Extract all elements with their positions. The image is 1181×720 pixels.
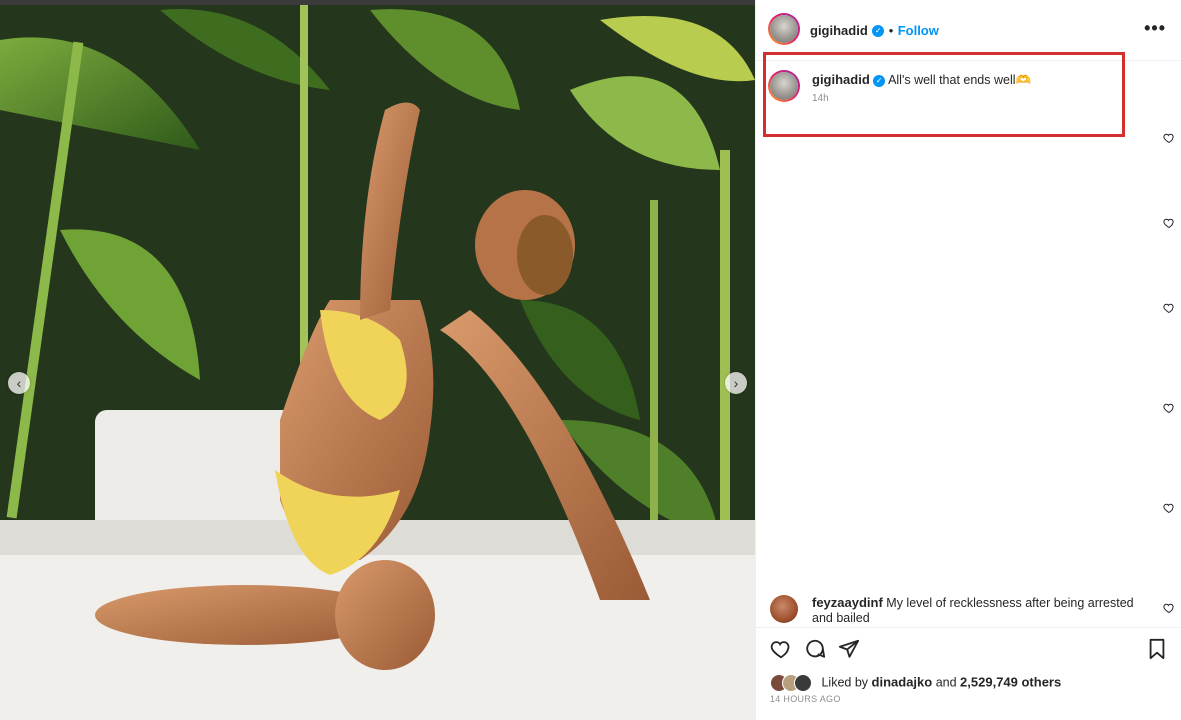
post-photo[interactable]: ‹ › (0, 0, 755, 720)
heart-icon[interactable] (1163, 132, 1175, 144)
likes-connector: and (935, 675, 957, 690)
separator-dot: • (888, 23, 894, 38)
more-options-icon[interactable]: ••• (1144, 18, 1166, 39)
header-username[interactable]: gigihadid (810, 23, 868, 38)
heart-icon[interactable] (1163, 502, 1175, 514)
heart-icon[interactable] (1163, 602, 1175, 614)
comment-icon[interactable] (804, 638, 826, 660)
comment-username[interactable]: feyzaaydinf (812, 595, 883, 610)
post-photo-image (0, 0, 755, 720)
likes-summary: Liked by dinadajko and 2,529,749 others (770, 674, 1061, 692)
verified-badge-icon: ✓ (872, 24, 885, 37)
follow-button[interactable]: Follow (898, 23, 939, 38)
likes-count[interactable]: 2,529,749 others (960, 674, 1061, 689)
bookmark-icon[interactable] (1146, 638, 1168, 660)
post-side-panel: gigihadid ✓ • Follow ••• gigihadid ✓ All… (755, 0, 1181, 720)
chevron-right-icon[interactable]: › (725, 372, 747, 394)
photo-top-bar (0, 0, 755, 5)
chevron-left-icon[interactable]: ‹ (8, 372, 30, 394)
heart-icon[interactable] (770, 638, 792, 660)
caption-highlight-box (763, 52, 1125, 137)
action-bar (756, 627, 1181, 668)
heart-icon[interactable] (1163, 217, 1175, 229)
heart-icon[interactable] (1163, 302, 1175, 314)
likes-prefix: Liked by (821, 675, 869, 690)
liker-avatar[interactable] (794, 674, 812, 692)
header-avatar[interactable] (768, 13, 800, 45)
likes-user[interactable]: dinadajko (872, 674, 933, 689)
post-timestamp: 14 HOURS AGO (770, 694, 841, 704)
heart-icon[interactable] (1163, 402, 1175, 414)
comment-avatar[interactable] (770, 595, 798, 623)
share-icon[interactable] (838, 638, 860, 660)
